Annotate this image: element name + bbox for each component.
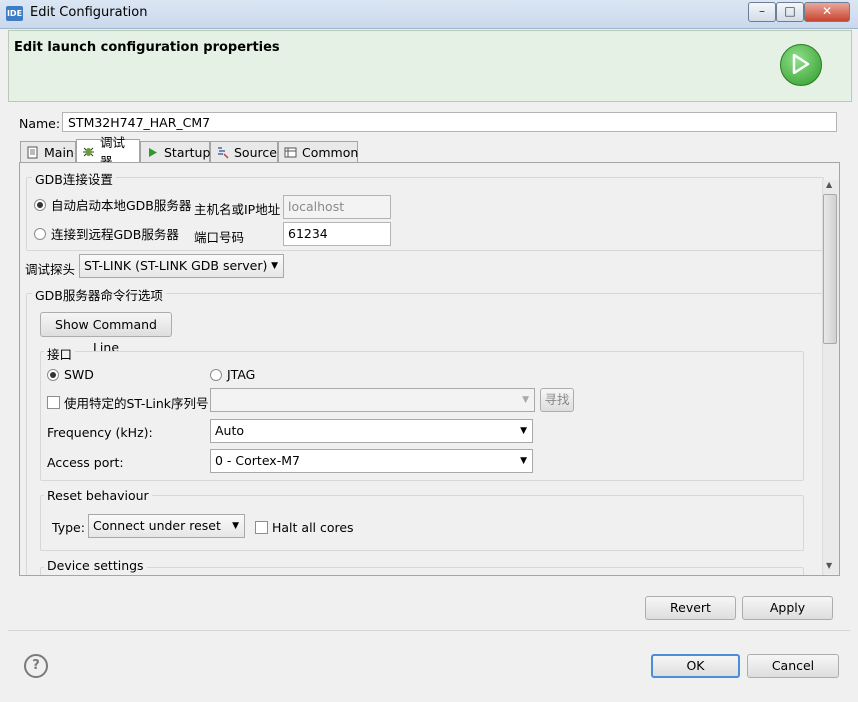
cancel-button[interactable]: Cancel [747,654,839,678]
help-icon[interactable]: ? [24,654,48,678]
revert-button[interactable]: Revert [645,596,736,620]
chevron-down-icon: ▼ [520,456,527,466]
minimize-button[interactable]: – [748,2,776,22]
tab-source[interactable]: Source [210,141,278,162]
separator [8,630,850,631]
checkbox-icon [255,521,268,534]
checkbox-label: Halt all cores [272,520,354,535]
ok-button[interactable]: OK [651,654,740,678]
checkbox-label: 使用特定的ST-Link序列号 [64,396,209,411]
remote-gdb-radio[interactable]: 连接到远程GDB服务器 [34,224,179,243]
checkbox-icon [47,396,60,409]
probe-select[interactable]: ST-LINK (ST-LINK GDB server) ▼ [79,254,284,278]
host-input[interactable]: localhost [283,195,391,219]
access-port-select[interactable]: 0 - Cortex-M7 ▼ [210,449,533,473]
radio-selected-icon [34,198,46,211]
source-icon [216,146,229,159]
radio-label: JTAG [227,367,256,382]
probe-value: ST-LINK (ST-LINK GDB server) [84,258,268,273]
probe-label: 调试探头 [25,262,76,277]
tab-main[interactable]: Main [20,141,76,162]
maximize-button[interactable]: □ [776,2,804,22]
tab-common[interactable]: Common [278,141,358,162]
halt-all-cores-checkbox[interactable]: Halt all cores [255,520,354,535]
chevron-down-icon: ▼ [232,521,239,531]
gdb-connection-group: GDB连接设置 自动启动本地GDB服务器 主机名或IP地址 localhost … [26,169,824,251]
debugger-tab-panel: GDB连接设置 自动启动本地GDB服务器 主机名或IP地址 localhost … [19,162,840,576]
radio-unselected-icon [34,227,46,240]
show-command-line-button[interactable]: Show Command Line [40,312,172,355]
scroll-down-icon[interactable]: ▼ [826,561,832,570]
close-button[interactable]: ✕ [804,2,850,22]
local-gdb-radio[interactable]: 自动启动本地GDB服务器 [34,195,191,214]
tab-startup[interactable]: Startup [140,141,210,162]
radio-selected-icon [47,368,59,381]
window-title: Edit Configuration [30,5,148,20]
group-title: GDB服务器命令行选项 [32,285,166,304]
header-title: Edit launch configuration properties [14,40,280,55]
port-label: 端口号码 [194,230,245,245]
group-title: GDB连接设置 [32,169,116,188]
scroll-thumb[interactable] [823,194,837,344]
app-icon: IDE [6,6,23,21]
port-input[interactable]: 61234 [283,222,391,246]
play-icon [146,146,159,159]
frequency-label: Frequency (kHz): [47,425,153,440]
table-icon [284,146,297,159]
radio-label: 连接到远程GDB服务器 [51,227,179,242]
chevron-down-icon: ▼ [271,261,278,271]
tab-label: Startup [164,144,211,160]
device-settings-group [40,567,804,575]
tab-label: Main [44,144,74,160]
jtag-radio[interactable]: JTAG [210,367,255,382]
chevron-down-icon: ▼ [520,426,527,436]
chevron-down-icon: ▼ [522,395,529,405]
run-icon [780,44,822,86]
access-port-label: Access port: [47,455,124,470]
tab-debugger[interactable]: 调试器 [76,135,140,169]
host-label: 主机名或IP地址 [194,202,281,217]
group-title: Device settings [44,558,147,573]
document-icon [26,146,39,159]
name-label: Name: [19,116,61,131]
scan-button[interactable]: 寻找 [540,388,574,412]
frequency-select[interactable]: Auto ▼ [210,419,533,443]
scroll-up-icon[interactable]: ▲ [826,180,832,189]
apply-button[interactable]: Apply [742,596,833,620]
reset-type-select[interactable]: Connect under reset ▼ [88,514,245,538]
serial-select[interactable]: ▼ [210,388,535,412]
tab-label: Common [302,144,359,160]
group-title: 接口 [44,344,76,363]
reset-type-value: Connect under reset [93,518,221,533]
swd-radio[interactable]: SWD [47,367,94,382]
tab-label: Source [234,144,277,160]
reset-type-label: Type: [52,520,85,535]
name-input[interactable]: STM32H747_HAR_CM7 [62,112,837,132]
debug-bug-icon [82,145,95,158]
frequency-value: Auto [215,423,245,438]
radio-unselected-icon [210,368,222,381]
group-title: Reset behaviour [44,488,152,503]
radio-label: 自动启动本地GDB服务器 [51,198,192,213]
radio-label: SWD [64,367,94,382]
access-port-value: 0 - Cortex-M7 [215,453,300,468]
serial-checkbox[interactable]: 使用特定的ST-Link序列号 [47,393,209,412]
